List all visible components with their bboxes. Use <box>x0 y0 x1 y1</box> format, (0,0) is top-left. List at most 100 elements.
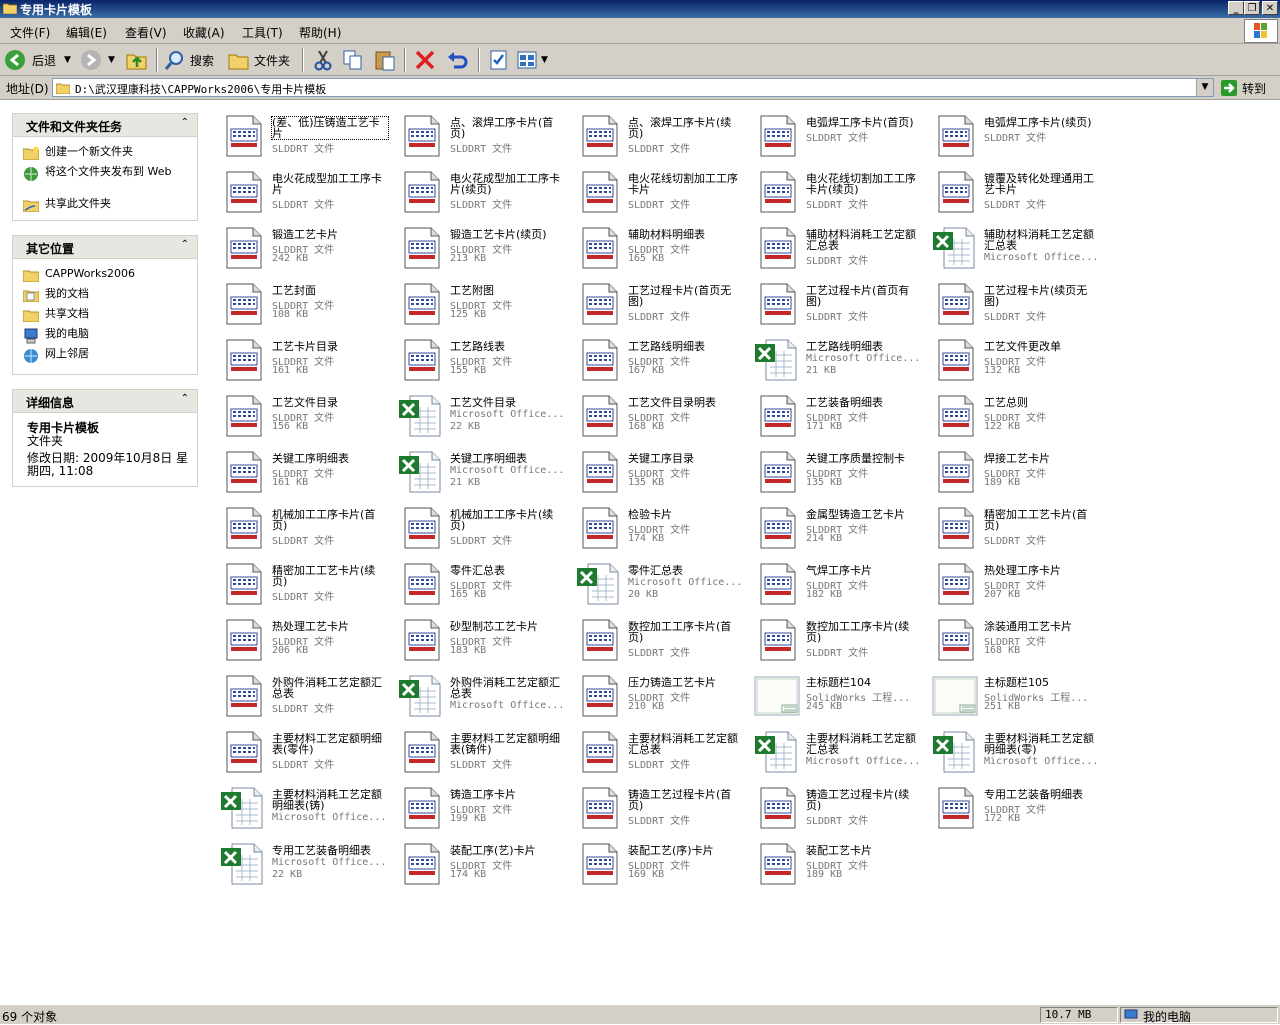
folders-button[interactable]: 文件夹 <box>228 48 290 72</box>
properties-button[interactable] <box>488 48 510 72</box>
panel-header[interactable]: 详细信息 ⌃ <box>13 390 197 413</box>
delete-button[interactable] <box>414 48 436 72</box>
file-item[interactable]: 外购件消耗工艺定额汇总表 Microsoft Office... <box>392 667 570 723</box>
menu-help[interactable]: 帮助(H) <box>299 24 341 41</box>
file-item[interactable]: 涂装通用工艺卡片 SLDDRT 文件 168 KB <box>926 611 1104 667</box>
place-shared-documents[interactable]: 共享文档 <box>23 308 185 322</box>
file-item[interactable]: 电火花线切割加工工序卡片(续页) SLDDRT 文件 <box>748 163 926 219</box>
file-item[interactable]: 关键工序明细表 SLDDRT 文件 161 KB <box>214 443 392 499</box>
file-item[interactable]: 工艺文件目录明表 SLDDRT 文件 168 KB <box>570 387 748 443</box>
file-item[interactable]: 主要材料消耗工艺定额汇总表 Microsoft Office... <box>748 723 926 779</box>
file-item[interactable]: 工艺过程卡片(续页无图) SLDDRT 文件 <box>926 275 1104 331</box>
file-item[interactable]: 锻造工艺卡片 SLDDRT 文件 242 KB <box>214 219 392 275</box>
file-item[interactable]: 数控加工工序卡片(首页) SLDDRT 文件 <box>570 611 748 667</box>
file-item[interactable]: 关键工序明细表 Microsoft Office... 21 KB <box>392 443 570 499</box>
file-item[interactable]: 主要材料消耗工艺定额明细表(铸) Microsoft Office... <box>214 779 392 835</box>
file-item[interactable]: 机械加工工序卡片(首页) SLDDRT 文件 <box>214 499 392 555</box>
minimize-button[interactable]: _ <box>1228 1 1244 15</box>
cut-button[interactable] <box>312 48 334 72</box>
collapse-icon[interactable]: ⌃ <box>181 117 189 128</box>
file-item[interactable]: 辅助材料明细表 SLDDRT 文件 165 KB <box>570 219 748 275</box>
file-item[interactable]: 热处理工序卡片 SLDDRT 文件 207 KB <box>926 555 1104 611</box>
menu-file[interactable]: 文件(F) <box>10 24 50 41</box>
new-folder-link[interactable]: 创建一个新文件夹 <box>23 146 185 160</box>
file-item[interactable]: 点、滚焊工序卡片(首页) SLDDRT 文件 <box>392 107 570 163</box>
views-dropdown-icon[interactable]: ▼ <box>541 55 548 65</box>
file-item[interactable]: 主要材料工艺定额明细表(零件) SLDDRT 文件 <box>214 723 392 779</box>
go-button[interactable]: 转到 <box>1220 79 1266 97</box>
up-folder-button[interactable] <box>126 48 148 72</box>
file-item[interactable]: 工艺总则 SLDDRT 文件 122 KB <box>926 387 1104 443</box>
file-item[interactable]: 工艺文件目录 Microsoft Office... 22 KB <box>392 387 570 443</box>
file-item[interactable]: 主要材料工艺定额明细表(铸件) SLDDRT 文件 <box>392 723 570 779</box>
file-item[interactable]: 辅助材料消耗工艺定额汇总表 SLDDRT 文件 <box>748 219 926 275</box>
file-item[interactable]: 工艺路线表 SLDDRT 文件 155 KB <box>392 331 570 387</box>
file-item[interactable]: (差、低)压铸造工艺卡片 SLDDRT 文件 <box>214 107 392 163</box>
file-item[interactable]: 零件汇总表 SLDDRT 文件 165 KB <box>392 555 570 611</box>
file-item[interactable]: 热处理工艺卡片 SLDDRT 文件 206 KB <box>214 611 392 667</box>
file-item[interactable]: 电弧焊工序卡片(续页) SLDDRT 文件 <box>926 107 1104 163</box>
undo-button[interactable] <box>446 48 468 72</box>
back-dropdown-icon[interactable]: ▼ <box>64 55 71 65</box>
file-item[interactable]: 工艺卡片目录 SLDDRT 文件 161 KB <box>214 331 392 387</box>
file-item[interactable]: 装配工艺(序)卡片 SLDDRT 文件 169 KB <box>570 835 748 891</box>
file-item[interactable]: 镀覆及转化处理通用工艺卡片 SLDDRT 文件 <box>926 163 1104 219</box>
file-item[interactable]: 电火花线切割加工工序卡片 SLDDRT 文件 <box>570 163 748 219</box>
search-button[interactable]: 搜索 <box>164 48 214 72</box>
file-item[interactable]: 工艺封面 SLDDRT 文件 108 KB <box>214 275 392 331</box>
file-item[interactable]: 工艺附图 SLDDRT 文件 125 KB <box>392 275 570 331</box>
file-item[interactable]: 点、滚焊工序卡片(续页) SLDDRT 文件 <box>570 107 748 163</box>
file-item[interactable]: 机械加工工序卡片(续页) SLDDRT 文件 <box>392 499 570 555</box>
address-input[interactable]: D:\武汉理康科技\CAPPWorks2006\专用卡片模板 ▼ <box>52 78 1214 97</box>
panel-header[interactable]: 文件和文件夹任务 ⌃ <box>13 114 197 137</box>
file-item[interactable]: 主要材料消耗工艺定额汇总表 SLDDRT 文件 <box>570 723 748 779</box>
file-item[interactable]: 工艺文件更改单 SLDDRT 文件 132 KB <box>926 331 1104 387</box>
file-item[interactable]: 电火花成型加工工序卡片 SLDDRT 文件 <box>214 163 392 219</box>
file-item[interactable]: 电弧焊工序卡片(首页) SLDDRT 文件 <box>748 107 926 163</box>
file-item[interactable]: 主要材料消耗工艺定额明细表(零) Microsoft Office... <box>926 723 1104 779</box>
file-item[interactable]: 关键工序质量控制卡 SLDDRT 文件 135 KB <box>748 443 926 499</box>
place-my-documents[interactable]: 我的文档 <box>23 288 185 302</box>
file-item[interactable]: 铸造工艺过程卡片(续页) SLDDRT 文件 <box>748 779 926 835</box>
panel-header[interactable]: 其它位置 ⌃ <box>13 236 197 259</box>
close-button[interactable]: ✕ <box>1262 1 1278 15</box>
paste-button[interactable] <box>374 48 396 72</box>
file-item[interactable]: 金属型铸造工艺卡片 SLDDRT 文件 214 KB <box>748 499 926 555</box>
place-my-computer[interactable]: 我的电脑 <box>23 328 185 344</box>
file-item[interactable]: 工艺装备明细表 SLDDRT 文件 171 KB <box>748 387 926 443</box>
file-item[interactable]: 气焊工序卡片 SLDDRT 文件 182 KB <box>748 555 926 611</box>
collapse-icon[interactable]: ⌃ <box>181 393 189 404</box>
file-item[interactable]: 铸造工艺过程卡片(首页) SLDDRT 文件 <box>570 779 748 835</box>
views-button[interactable]: ▼ <box>516 48 548 72</box>
menu-favorites[interactable]: 收藏(A) <box>183 24 225 41</box>
publish-web-link[interactable]: 将这个文件夹发布到 Web <box>23 166 185 182</box>
file-item[interactable]: 外购件消耗工艺定额汇总表 SLDDRT 文件 <box>214 667 392 723</box>
file-item[interactable]: 装配工艺卡片 SLDDRT 文件 189 KB <box>748 835 926 891</box>
file-item[interactable]: 工艺过程卡片(首页无图) SLDDRT 文件 <box>570 275 748 331</box>
file-item[interactable]: 砂型制芯工艺卡片 SLDDRT 文件 183 KB <box>392 611 570 667</box>
file-item[interactable]: 压力铸造工艺卡片 SLDDRT 文件 210 KB <box>570 667 748 723</box>
file-item[interactable]: 铸造工序卡片 SLDDRT 文件 199 KB <box>392 779 570 835</box>
place-network[interactable]: 网上邻居 <box>23 348 185 364</box>
share-folder-link[interactable]: 共享此文件夹 <box>23 198 185 212</box>
file-item[interactable]: 主标题栏105 SolidWorks 工程... 251 KB <box>926 667 1104 723</box>
menu-view[interactable]: 查看(V) <box>125 24 167 41</box>
file-item[interactable]: 精密加工工艺卡片(续页) SLDDRT 文件 <box>214 555 392 611</box>
file-item[interactable]: 辅助材料消耗工艺定额汇总表 Microsoft Office... <box>926 219 1104 275</box>
collapse-icon[interactable]: ⌃ <box>181 239 189 250</box>
menu-tools[interactable]: 工具(T) <box>242 24 283 41</box>
place-cappworks[interactable]: CAPPWorks2006 <box>23 268 185 282</box>
file-item[interactable]: 电火花成型加工工序卡片(续页) SLDDRT 文件 <box>392 163 570 219</box>
file-item[interactable]: 工艺路线明细表 Microsoft Office... 21 KB <box>748 331 926 387</box>
file-item[interactable]: 锻造工艺卡片(续页) SLDDRT 文件 213 KB <box>392 219 570 275</box>
forward-button[interactable]: ▼ <box>80 48 115 72</box>
file-item[interactable]: 工艺路线明细表 SLDDRT 文件 167 KB <box>570 331 748 387</box>
address-dropdown-icon[interactable]: ▼ <box>1196 79 1213 96</box>
menu-edit[interactable]: 编辑(E) <box>66 24 107 41</box>
file-item[interactable]: 工艺过程卡片(首页有图) SLDDRT 文件 <box>748 275 926 331</box>
file-item[interactable]: 专用工艺装备明细表 Microsoft Office... 22 KB <box>214 835 392 891</box>
file-item[interactable]: 关键工序目录 SLDDRT 文件 135 KB <box>570 443 748 499</box>
file-item[interactable]: 主标题栏104 SolidWorks 工程... 245 KB <box>748 667 926 723</box>
file-item[interactable]: 装配工序(艺)卡片 SLDDRT 文件 174 KB <box>392 835 570 891</box>
file-item[interactable]: 精密加工工艺卡片(首页) SLDDRT 文件 <box>926 499 1104 555</box>
